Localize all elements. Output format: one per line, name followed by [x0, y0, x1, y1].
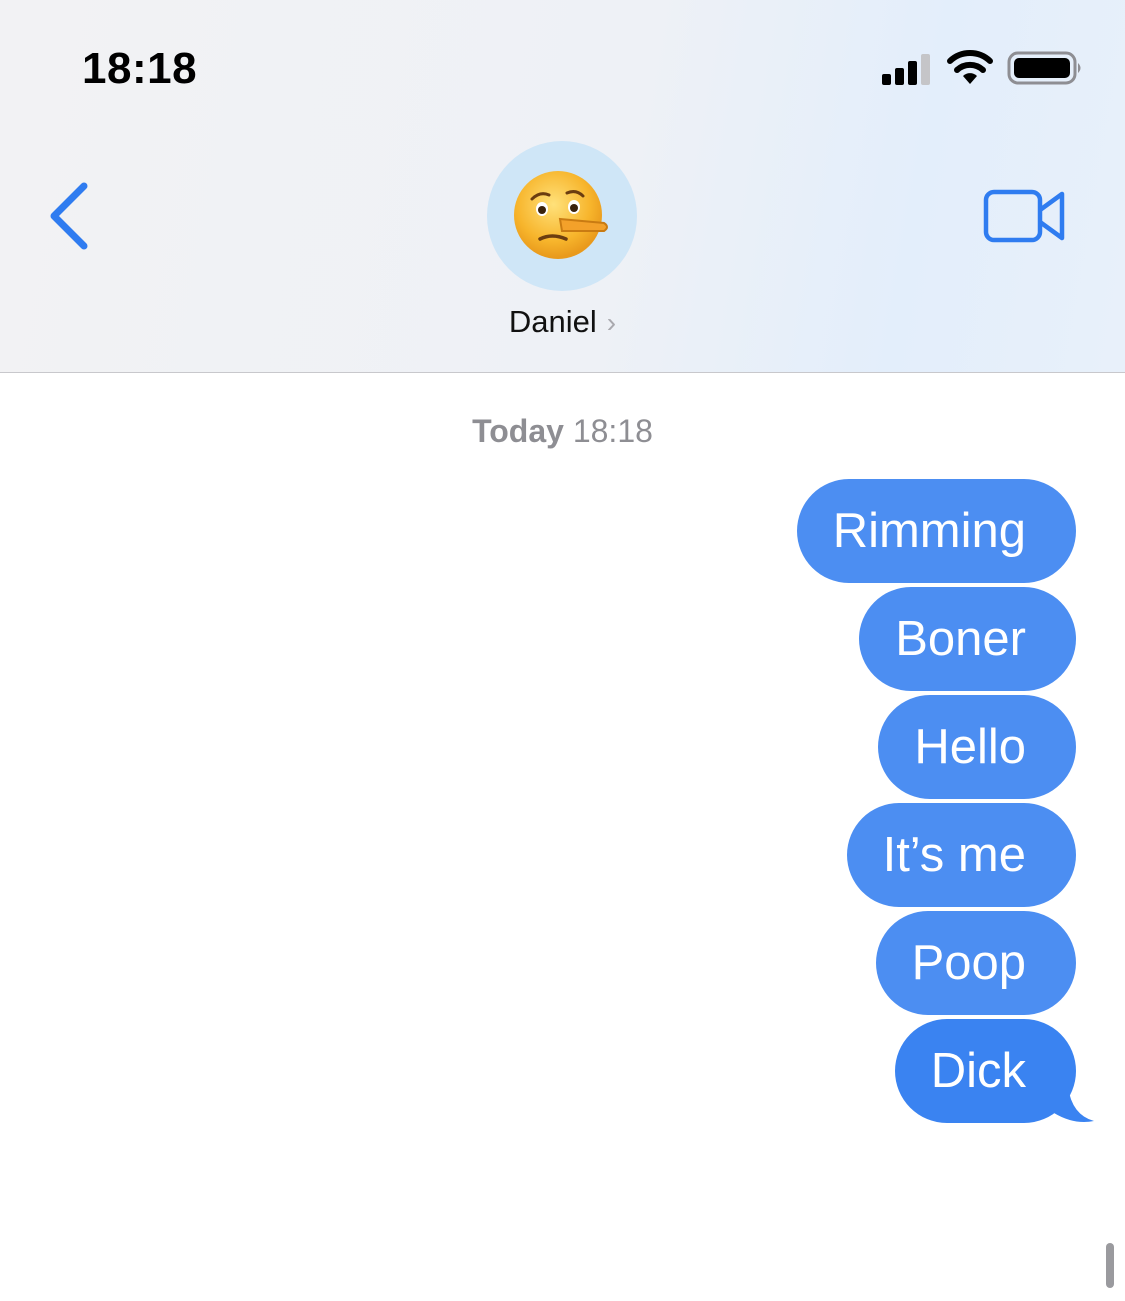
sent-message-bubble[interactable]: It’s me [846, 803, 1076, 907]
bubble-tail [1054, 1087, 1094, 1122]
scrollbar-thumb[interactable] [1106, 1243, 1114, 1288]
contact-name[interactable]: Daniel › [0, 304, 1125, 340]
chevron-right-icon: › [606, 307, 617, 338]
sent-message-bubble[interactable]: Rimming [796, 479, 1076, 583]
message-timestamp: Today 18:18 [0, 413, 1125, 450]
battery-icon [1007, 51, 1081, 85]
contact-name-label: Daniel [508, 304, 597, 339]
lying-face-emoji-icon [514, 171, 608, 259]
timestamp-day: Today [472, 413, 564, 449]
sent-message-bubble[interactable]: Hello [878, 695, 1076, 799]
sent-message-text: Dick [930, 1044, 1026, 1098]
back-chevron-icon[interactable] [40, 178, 100, 258]
status-bar-time: 18:18 [82, 44, 198, 93]
wifi-icon [947, 50, 993, 84]
sent-message-bubble[interactable]: Dick [894, 1019, 1094, 1123]
message-list: Rimming Boner Hello It’s me Poop Dick [796, 479, 1094, 1123]
sent-message-bubble[interactable]: Boner [859, 587, 1076, 691]
sent-message-bubble[interactable]: Poop [875, 911, 1076, 1015]
video-call-icon[interactable] [982, 186, 1068, 246]
timestamp-time: 18:18 [572, 413, 653, 449]
conversation-header: 18:18 Daniel › [0, 0, 1125, 373]
cellular-signal-icon [882, 54, 930, 85]
contact-avatar[interactable] [487, 141, 637, 291]
